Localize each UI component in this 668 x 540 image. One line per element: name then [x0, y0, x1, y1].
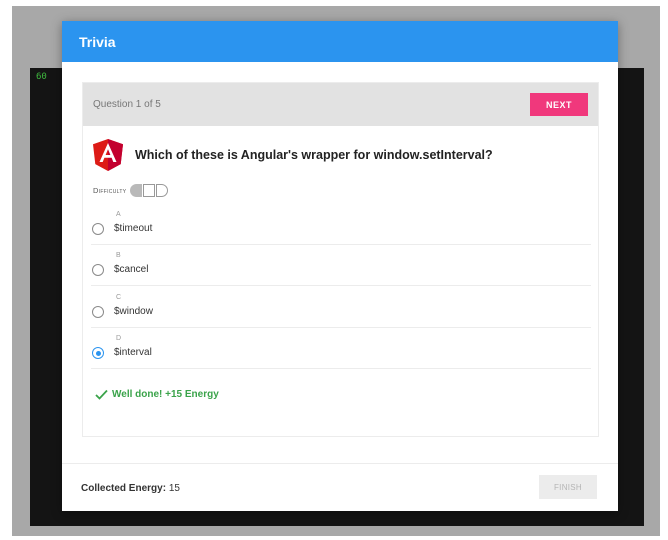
answer-text: $window	[114, 306, 153, 317]
feedback-text: Well done! +15 Energy	[112, 389, 219, 400]
question-text: Which of these is Angular's wrapper for …	[135, 148, 493, 162]
difficulty-indicator: Difficulty	[93, 184, 169, 197]
next-button[interactable]: NEXT	[530, 93, 588, 116]
answer-letter: D	[116, 335, 122, 342]
collected-energy-label: Collected Energy:	[81, 483, 167, 494]
question-card-header: Question 1 of 5 NEXT	[83, 83, 598, 126]
answer-text: $timeout	[114, 223, 153, 234]
answer-option[interactable]: A $timeout	[91, 211, 591, 245]
answer-option[interactable]: B $cancel	[91, 252, 591, 286]
question-counter: Question 1 of 5	[93, 99, 161, 110]
difficulty-segment	[130, 184, 143, 197]
question-card: Question 1 of 5 NEXT Which of these is A…	[82, 82, 599, 437]
difficulty-segment	[156, 184, 169, 197]
radio-button[interactable]	[92, 223, 104, 235]
finish-button[interactable]: FINISH	[539, 475, 597, 499]
answer-letter: C	[116, 294, 122, 301]
collected-energy-value: 15	[168, 483, 180, 494]
dialog-footer: Collected Energy: 15 FINISH	[62, 463, 618, 512]
collected-energy: Collected Energy: 15	[81, 483, 180, 494]
question-row: Which of these is Angular's wrapper for …	[93, 139, 493, 171]
answer-letter: A	[116, 211, 121, 218]
difficulty-label: Difficulty	[93, 186, 127, 195]
trivia-dialog: Trivia Question 1 of 5 NEXT Which of the…	[62, 21, 618, 511]
answer-text: $cancel	[114, 264, 149, 275]
radio-button-selected[interactable]	[92, 347, 104, 359]
answer-letter: B	[116, 252, 121, 259]
radio-button[interactable]	[92, 306, 104, 318]
angular-logo-icon	[93, 139, 123, 171]
difficulty-segment	[143, 184, 156, 197]
feedback-message: Well done! +15 Energy	[95, 389, 219, 400]
fps-counter: 60	[36, 72, 47, 82]
answer-text: $interval	[114, 347, 152, 358]
checkmark-icon	[95, 389, 108, 400]
answer-option[interactable]: D $interval	[91, 335, 591, 369]
radio-button[interactable]	[92, 264, 104, 276]
answer-option[interactable]: C $window	[91, 294, 591, 328]
dialog-title: Trivia	[79, 33, 116, 50]
dialog-header: Trivia	[62, 21, 618, 62]
